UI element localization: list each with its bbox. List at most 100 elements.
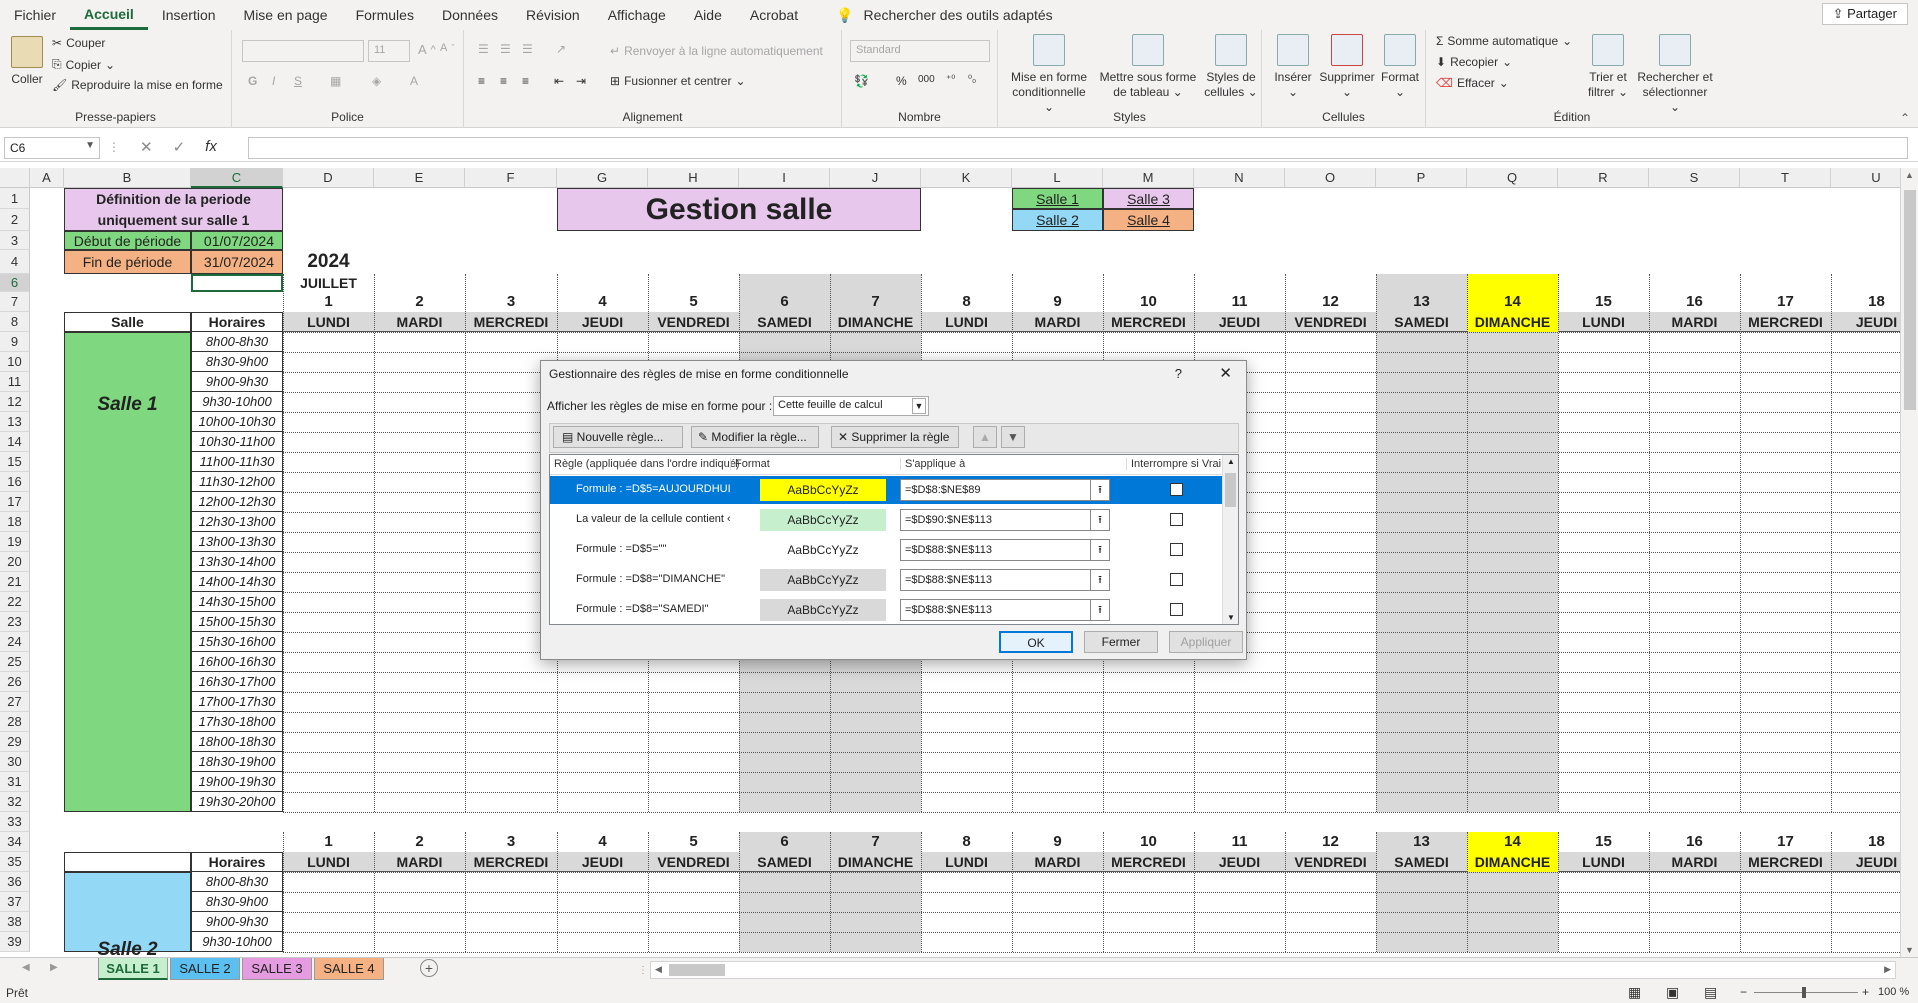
menu-1[interactable]: Accueil [70,0,148,30]
name-box[interactable]: C6 ▼ [4,137,100,159]
orientation-icon[interactable]: ↗ [556,42,566,56]
row-header-9[interactable]: 9 [0,332,30,352]
sheet-tab-3[interactable]: SALLE 3 [242,958,312,980]
col-header-I[interactable]: I [739,168,830,188]
delete-button[interactable]: Supprimer ⌄ [1318,34,1376,100]
col-header-T[interactable]: T [1740,168,1831,188]
tell-me-search[interactable]: 💡 Rechercher des outils adaptés [812,7,1053,24]
move-down-button[interactable]: ▼ [1001,426,1025,448]
font-color-icon[interactable]: A [410,74,418,88]
rule-applies-input[interactable]: =$D$90:$NE$113 [900,509,1092,531]
col-header-Q[interactable]: Q [1467,168,1558,188]
row-header-34[interactable]: 34 [0,832,30,852]
row-header-14[interactable]: 14 [0,432,30,452]
menu-6[interactable]: Révision [512,0,594,30]
next-sheet-icon[interactable]: ▶ [50,962,58,973]
show-rules-dropdown[interactable]: Cette feuille de calcul ▼ [773,396,929,416]
menu-9[interactable]: Acrobat [736,0,812,30]
menu-0[interactable]: Fichier [0,0,70,30]
prev-sheet-icon[interactable]: ◀ [22,962,30,973]
row-header-29[interactable]: 29 [0,732,30,752]
grow-font-button[interactable]: A ^ [418,42,436,57]
row-header-1[interactable]: 1 [0,188,30,209]
row-header-23[interactable]: 23 [0,612,30,632]
stop-if-true-checkbox[interactable] [1170,513,1183,526]
collapse-range-icon[interactable]: ⭱ [1090,539,1110,561]
decrease-indent-icon[interactable]: ⇤ [554,74,564,88]
format-as-table-button[interactable]: Mettre sous forme de tableau ⌄ [1098,34,1198,100]
cell-styles-button[interactable]: Styles de cellules ⌄ [1204,34,1258,100]
enter-icon[interactable]: ✓ [173,138,186,156]
stop-if-true-checkbox[interactable] [1170,603,1183,616]
scroll-down-icon[interactable]: ▼ [1905,945,1914,955]
page-break-icon[interactable]: ▤ [1704,984,1717,1001]
fill-button[interactable]: ⬇ Recopier ⌄ [1436,55,1512,69]
menu-5[interactable]: Données [428,0,512,30]
row-header-37[interactable]: 37 [0,892,30,912]
row-header-6[interactable]: 6 [0,274,30,292]
accounting-icon[interactable]: 💱 [854,74,869,88]
underline-button[interactable]: S [294,74,302,88]
row-header-31[interactable]: 31 [0,772,30,792]
insert-button[interactable]: Insérer ⌄ [1270,34,1316,100]
row-header-32[interactable]: 32 [0,792,30,812]
scroll-thumb[interactable] [1225,473,1236,507]
menu-2[interactable]: Insertion [148,0,230,30]
decrease-decimal-icon[interactable]: ⁰₀ [968,74,976,85]
col-header-D[interactable]: D [283,168,374,188]
col-header-J[interactable]: J [830,168,921,188]
row-header-38[interactable]: 38 [0,912,30,932]
close-dialog-button[interactable]: Fermer [1084,631,1158,653]
vertical-scrollbar[interactable]: ▲ ▼ [1900,168,1918,957]
apply-button[interactable]: Appliquer [1169,631,1243,653]
row-header-16[interactable]: 16 [0,472,30,492]
delete-rule-button[interactable]: ✕ Supprimer la règle [831,426,959,448]
row-header-26[interactable]: 26 [0,672,30,692]
rule-applies-input[interactable]: =$D$88:$NE$113 [900,569,1092,591]
align-bottom-icon[interactable]: ☰ [522,42,533,56]
col-header-F[interactable]: F [465,168,557,188]
scroll-thumb[interactable] [1904,190,1916,410]
cancel-icon[interactable]: ✕ [140,138,153,156]
align-top-icon[interactable]: ☰ [478,42,489,56]
menu-4[interactable]: Formules [342,0,428,30]
scroll-up-icon[interactable]: ▲ [1227,457,1235,466]
close-button[interactable]: ✕ [1219,364,1232,382]
fx-icon[interactable]: fx [205,138,217,156]
col-header-P[interactable]: P [1376,168,1467,188]
new-rule-button[interactable]: ▤ Nouvelle règle... [553,426,683,448]
rule-list-scrollbar[interactable]: ▲ ▼ [1222,455,1238,624]
move-up-button[interactable]: ▲ [973,426,997,448]
row-header-3[interactable]: 3 [0,231,30,250]
increase-indent-icon[interactable]: ⇥ [576,74,586,88]
col-header-C[interactable]: C [191,168,283,188]
rule-applies-input[interactable]: =$D$8:$NE$89 [900,479,1092,501]
row-header-28[interactable]: 28 [0,712,30,732]
increase-decimal-icon[interactable]: ⁺⁰ [946,74,955,85]
cut-button[interactable]: ✂ Couper [52,36,105,50]
row-header-22[interactable]: 22 [0,592,30,612]
borders-icon[interactable]: ▦ [330,74,341,88]
zoom-out-icon[interactable]: − [1740,985,1747,999]
row-header-8[interactable]: 8 [0,312,30,332]
wrap-text-button[interactable]: ↵ Renvoyer à la ligne automatiquement [610,44,823,58]
rule-applies-input[interactable]: =$D$88:$NE$113 [900,599,1092,621]
thousands-icon[interactable]: 000 [918,74,935,85]
row-header-21[interactable]: 21 [0,572,30,592]
row-header-33[interactable]: 33 [0,812,30,832]
row-header-13[interactable]: 13 [0,412,30,432]
fill-color-icon[interactable]: ◈ [372,74,381,88]
col-header-A[interactable]: A [30,168,64,188]
sheet-tab-1[interactable]: SALLE 1 [98,958,168,980]
row-header-20[interactable]: 20 [0,552,30,572]
col-header-L[interactable]: L [1012,168,1103,188]
menu-7[interactable]: Affichage [594,0,680,30]
add-sheet-icon[interactable]: + [420,959,438,977]
row-header-10[interactable]: 10 [0,352,30,372]
menu-8[interactable]: Aide [680,0,736,30]
rule-row[interactable]: Formule : =D$5="" AaBbCcYyZz =$D$88:$NE$11… [550,536,1222,564]
collapse-range-icon[interactable]: ⭱ [1090,569,1110,591]
col-header-K[interactable]: K [921,168,1012,188]
zoom-slider[interactable] [1754,992,1858,993]
collapse-range-icon[interactable]: ⭱ [1090,509,1110,531]
